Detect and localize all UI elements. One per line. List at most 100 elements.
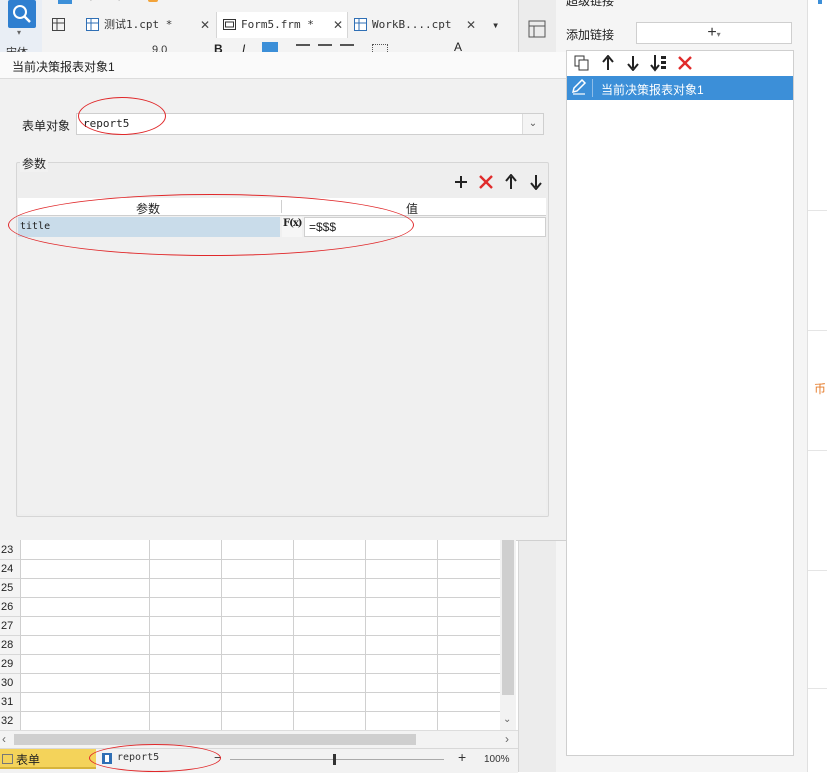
col-line (149, 540, 150, 730)
close-icon[interactable]: ✕ (333, 12, 343, 38)
move-down-button[interactable] (623, 53, 643, 73)
layout-icon[interactable] (528, 20, 546, 41)
row-number[interactable]: 30 (0, 674, 20, 693)
tab-strip: 测试1.cpt * ✕ Form5.frm * ✕ WorkB....cpt ✕… (42, 12, 518, 38)
move-param-down-button[interactable] (526, 172, 546, 192)
col-line (221, 540, 222, 730)
hscroll-thumb[interactable] (14, 734, 416, 745)
undo-icon[interactable]: ↶ (88, 0, 98, 6)
add-link-dropdown[interactable]: +▾ (636, 22, 792, 44)
report-component-icon (102, 753, 112, 764)
dialog-titlebar: 当前决策报表对象1 (0, 52, 566, 79)
redo-icon[interactable]: ↷ (112, 0, 122, 6)
edit-pencil-icon (570, 78, 593, 97)
sheet-tabs-bar: 表单 report5 − + 100% (0, 748, 518, 773)
sort-icon (650, 55, 666, 72)
table-row[interactable] (20, 598, 500, 617)
scroll-thumb[interactable] (502, 540, 514, 695)
form-object-select[interactable]: report5 ⌄ (76, 113, 544, 135)
scroll-indicator[interactable] (818, 0, 822, 4)
param-value-field[interactable]: =$$$ (304, 217, 546, 237)
zoom-out-button[interactable]: − (214, 750, 222, 765)
doc-icon[interactable] (58, 0, 72, 4)
row-number[interactable]: 23 (0, 541, 20, 560)
chevron-left-icon[interactable]: ‹ (2, 732, 6, 746)
params-table: 参数 值 title F(x) =$$$ (18, 198, 546, 514)
tab-list-icon: ▾ (492, 18, 500, 32)
table-row[interactable] (20, 579, 500, 598)
row-number[interactable]: 25 (0, 579, 20, 598)
sheet-tab-form[interactable]: 表单 (0, 749, 96, 769)
delete-button[interactable] (675, 53, 695, 73)
table-row[interactable] (20, 636, 500, 655)
row-number[interactable]: 28 (0, 636, 20, 655)
zoom-slider-thumb[interactable] (333, 754, 336, 765)
table-row[interactable] (20, 655, 500, 674)
row-number[interactable]: 31 (0, 693, 20, 712)
sheet-tab-icon (2, 754, 13, 764)
header-param: 参数 (136, 202, 161, 216)
delete-icon (678, 56, 692, 70)
form-object-value: report5 (83, 117, 130, 130)
formula-button[interactable]: F(x) (282, 217, 303, 237)
move-up-button[interactable] (598, 53, 618, 73)
chevron-down-icon[interactable]: ▾ (17, 28, 21, 37)
row-number[interactable]: 29 (0, 655, 20, 674)
report-tab[interactable]: report5 (100, 750, 200, 768)
col-line (437, 540, 438, 730)
add-param-button[interactable] (451, 172, 471, 192)
row-number[interactable]: 32 (0, 712, 20, 731)
brush-icon[interactable] (148, 0, 158, 2)
vertical-scrollbar[interactable]: ⌄ (500, 540, 516, 730)
header-value: 值 (406, 202, 419, 216)
chevron-down-icon[interactable]: ⌄ (503, 714, 511, 725)
close-icon[interactable]: ✕ (466, 12, 476, 38)
row-number[interactable]: 27 (0, 617, 20, 636)
param-name-cell[interactable]: title (18, 217, 280, 237)
arrow-up-icon (505, 174, 517, 189)
divider (808, 688, 827, 689)
tab-cell-grid[interactable] (42, 12, 74, 38)
horizontal-scrollbar[interactable]: ‹ › (0, 730, 518, 749)
report-tab-label: report5 (117, 752, 160, 763)
tab-test1[interactable]: 测试1.cpt * ✕ (80, 12, 214, 38)
link-list: 当前决策报表对象1 (566, 50, 794, 756)
dialog-title: 当前决策报表对象1 (12, 60, 115, 74)
table-row[interactable] (20, 693, 500, 712)
close-icon[interactable]: ✕ (200, 12, 210, 38)
form-file-icon (223, 19, 236, 30)
divider (808, 330, 827, 331)
preview-button[interactable] (8, 0, 36, 28)
chevron-right-icon[interactable]: › (505, 732, 509, 746)
sort-button[interactable] (649, 53, 669, 73)
plus-icon: + (707, 24, 717, 41)
divider (808, 210, 827, 211)
link-item-label: 当前决策报表对象1 (601, 83, 704, 97)
row-number[interactable]: 26 (0, 598, 20, 617)
param-value: =$$$ (309, 220, 337, 234)
chevron-down-icon: ⌄ (522, 114, 543, 134)
tab-label: WorkB....cpt (372, 18, 452, 31)
divider (808, 450, 827, 451)
table-row[interactable] (20, 674, 500, 693)
tab-list-dropdown[interactable]: ▾ (484, 12, 514, 38)
tab-form5[interactable]: Form5.frm * ✕ (216, 12, 348, 38)
table-row[interactable] (20, 541, 500, 560)
link-list-item[interactable]: 当前决策报表对象1 (567, 76, 793, 100)
table-row[interactable] (20, 560, 500, 579)
table-row[interactable]: title F(x) =$$$ (18, 217, 546, 237)
tab-workbook[interactable]: WorkB....cpt ✕ (348, 12, 480, 38)
row-number[interactable]: 24 (0, 560, 20, 579)
table-row[interactable] (20, 712, 500, 731)
rows-container: 23 24 25 26 27 28 29 30 31 32 (0, 540, 500, 731)
zoom-level: 100% (484, 754, 510, 765)
zoom-slider[interactable] (230, 754, 444, 765)
table-row[interactable] (20, 617, 500, 636)
copy-button[interactable] (572, 53, 592, 73)
far-right-panel: 币 (807, 0, 827, 772)
panel-title: 超级链接 (566, 0, 615, 8)
zoom-in-button[interactable]: + (458, 749, 466, 765)
move-param-up-button[interactable] (501, 172, 521, 192)
delete-param-button[interactable] (476, 172, 496, 192)
tab-label: Form5.frm * (241, 18, 314, 31)
